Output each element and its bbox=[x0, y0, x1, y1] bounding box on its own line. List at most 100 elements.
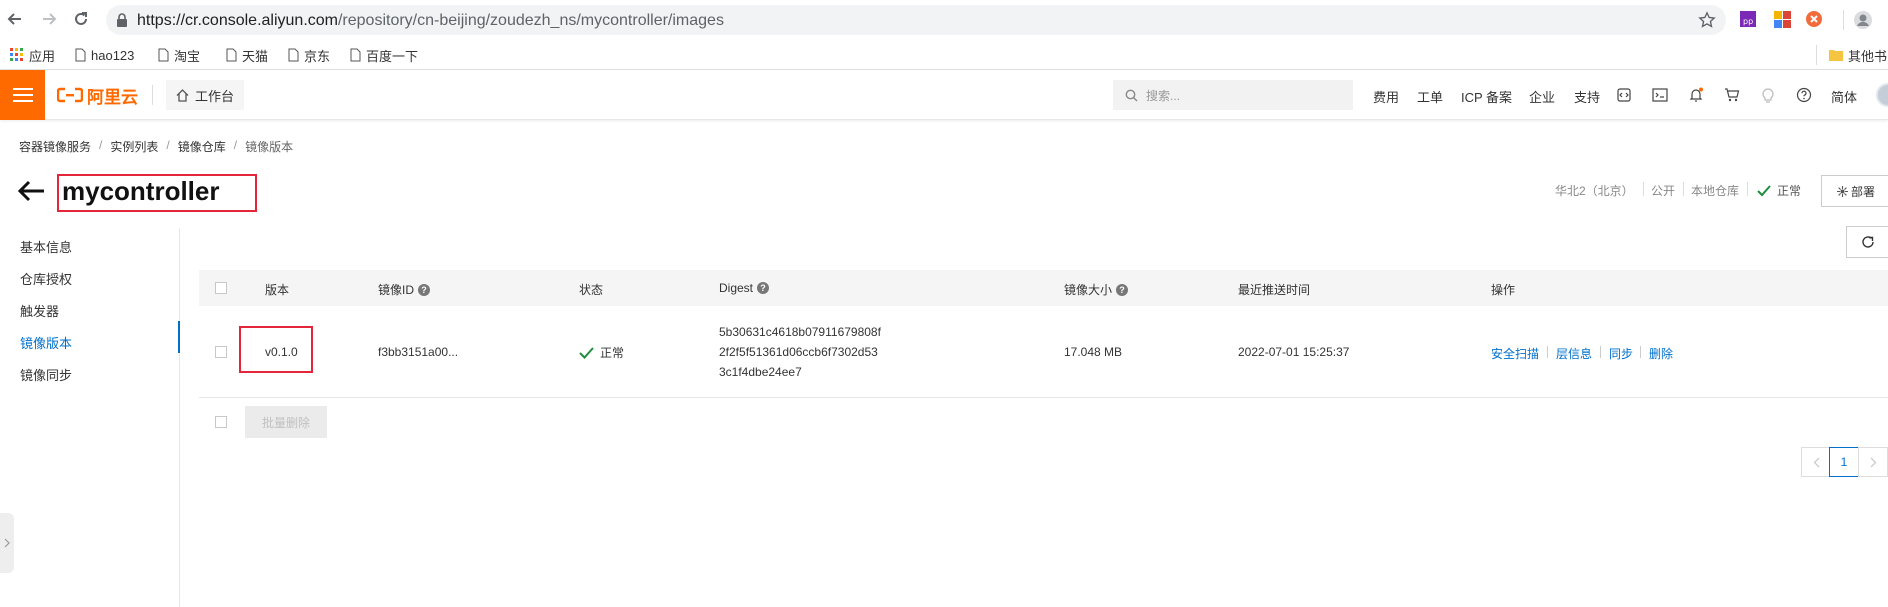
search-icon bbox=[1125, 89, 1138, 101]
console-header: 阿里云 工作台 搜索... 费用 工单 ICP 备案 企业 支持 简体 bbox=[0, 70, 1888, 120]
lightbulb-icon[interactable] bbox=[1759, 86, 1777, 104]
bookmark-label: 天猫 bbox=[242, 48, 269, 64]
avatar[interactable] bbox=[1876, 83, 1888, 107]
aliyun-logo[interactable]: 阿里云 bbox=[57, 84, 138, 107]
column-header-pushed: 最近推送时间 bbox=[1238, 283, 1311, 297]
cell-pushed-time: 2022-07-01 15:25:37 bbox=[1238, 345, 1350, 359]
security-scan-link[interactable]: 安全扫描 bbox=[1491, 345, 1539, 362]
help-icon[interactable]: ? bbox=[757, 282, 770, 294]
help-circle-icon[interactable] bbox=[1795, 86, 1813, 104]
visibility-label: 公开 bbox=[1651, 184, 1676, 198]
page-title: mycontroller bbox=[62, 176, 220, 206]
repo-status: 正常 bbox=[1757, 182, 1801, 199]
refresh-icon bbox=[1862, 236, 1874, 248]
layer-info-link[interactable]: 层信息 bbox=[1556, 345, 1592, 362]
repo-type-label: 本地仓库 bbox=[1691, 184, 1740, 198]
breadcrumb: 容器镜像服务 / 实例列表 / 镜像仓库 / 镜像版本 bbox=[19, 138, 293, 155]
bookmark-apps[interactable]: 应用 bbox=[10, 45, 55, 65]
column-header-size: 镜像大小? bbox=[1064, 281, 1129, 298]
logo-text: 阿里云 bbox=[87, 87, 138, 107]
cell-digest-line: 5b30631c4618b07911679808f bbox=[719, 325, 881, 339]
page-icon bbox=[158, 48, 169, 62]
header-link-enterprise[interactable]: 企业 bbox=[1529, 87, 1555, 106]
bookmark-jd[interactable]: 京东 bbox=[288, 45, 330, 65]
op-divider bbox=[1600, 346, 1601, 358]
select-all-checkbox[interactable] bbox=[215, 282, 227, 294]
status-text: 正常 bbox=[600, 346, 625, 360]
page-icon bbox=[75, 48, 86, 62]
refresh-button[interactable] bbox=[1846, 226, 1888, 258]
op-divider bbox=[1547, 346, 1548, 358]
breadcrumb-item[interactable]: 实例列表 bbox=[110, 138, 158, 155]
bookmark-label: 应用 bbox=[29, 48, 56, 64]
extension-icon[interactable] bbox=[1773, 10, 1793, 30]
bookmark-other[interactable]: 其他书 bbox=[1829, 45, 1887, 65]
menu-item-repo-auth[interactable]: 仓库授权 bbox=[20, 269, 72, 288]
bookmark-tmall[interactable]: 天猫 bbox=[226, 45, 268, 65]
menu-item-image-sync[interactable]: 镜像同步 bbox=[20, 365, 72, 384]
menu-item-image-versions[interactable]: 镜像版本 bbox=[20, 333, 72, 352]
sidebar-collapse-handle[interactable] bbox=[0, 513, 14, 573]
side-menu: 基本信息 仓库授权 触发器 镜像版本 镜像同步 bbox=[0, 228, 180, 607]
address-bar[interactable]: https://cr.console.aliyun.com/repository… bbox=[106, 5, 1726, 35]
batch-delete-button[interactable]: 批量删除 bbox=[245, 406, 327, 438]
repo-status-text: 正常 bbox=[1777, 184, 1802, 198]
check-icon bbox=[1757, 184, 1771, 196]
header-link-ticket[interactable]: 工单 bbox=[1417, 87, 1443, 106]
breadcrumb-item[interactable]: 容器镜像服务 bbox=[19, 138, 91, 155]
bookmark-taobao[interactable]: 淘宝 bbox=[158, 45, 200, 65]
terminal-icon[interactable] bbox=[1651, 86, 1669, 104]
column-header-image-id: 镜像ID? bbox=[378, 281, 431, 298]
menu-item-basic-info[interactable]: 基本信息 bbox=[20, 237, 72, 256]
bookmark-label: 其他书 bbox=[1848, 48, 1888, 64]
cart-icon[interactable] bbox=[1723, 86, 1741, 104]
breadcrumb-item[interactable]: 镜像仓库 bbox=[178, 138, 226, 155]
back-arrow-icon[interactable] bbox=[17, 180, 46, 207]
workbench-button[interactable]: 工作台 bbox=[166, 80, 245, 110]
header-link-icp[interactable]: ICP 备案 bbox=[1461, 87, 1512, 106]
toolbar-divider bbox=[1843, 10, 1844, 30]
aliyun-logo-icon bbox=[57, 87, 83, 103]
bookmark-baidu[interactable]: 百度一下 bbox=[350, 45, 418, 65]
url-text: https://cr.console.aliyun.com/repository… bbox=[137, 12, 724, 29]
pager-prev-button[interactable] bbox=[1801, 447, 1831, 477]
header-link-support[interactable]: 支持 bbox=[1574, 87, 1600, 106]
table-header: 版本 镜像ID? 状态 Digest? 镜像大小? 最近推送时间 操作 bbox=[199, 270, 1888, 306]
bell-icon[interactable] bbox=[1687, 86, 1705, 104]
deploy-button[interactable]: 部署 bbox=[1821, 175, 1888, 207]
back-icon[interactable] bbox=[4, 8, 26, 30]
bookmark-star-icon[interactable] bbox=[1698, 11, 1716, 34]
folder-icon bbox=[1829, 50, 1843, 61]
batch-select-checkbox[interactable] bbox=[215, 416, 227, 428]
workbench-label: 工作台 bbox=[195, 88, 235, 104]
row-checkbox[interactable] bbox=[215, 346, 227, 358]
meta-divider bbox=[1643, 182, 1644, 196]
extension-icon[interactable]: pp bbox=[1739, 10, 1759, 30]
deploy-icon bbox=[1836, 185, 1848, 197]
bookmark-label: hao123 bbox=[91, 47, 135, 63]
reload-icon[interactable] bbox=[70, 8, 92, 30]
svg-text:pp: pp bbox=[1743, 17, 1753, 26]
extension-icon[interactable] bbox=[1805, 10, 1825, 30]
sync-link[interactable]: 同步 bbox=[1609, 345, 1633, 362]
search-input[interactable]: 搜索... bbox=[1113, 80, 1353, 110]
menu-item-trigger[interactable]: 触发器 bbox=[20, 301, 59, 320]
help-icon[interactable]: ? bbox=[418, 283, 431, 296]
cell-digest-line: 3c1f4dbe24ee7 bbox=[719, 365, 802, 379]
pager-page-button[interactable]: 1 bbox=[1829, 447, 1859, 477]
code-icon[interactable] bbox=[1615, 86, 1633, 104]
chevron-right-icon bbox=[1870, 457, 1876, 467]
page-icon bbox=[288, 48, 299, 62]
help-icon[interactable]: ? bbox=[1116, 283, 1129, 296]
forward-icon[interactable] bbox=[38, 8, 60, 30]
menu-hamburger-icon[interactable] bbox=[0, 70, 45, 120]
column-header-ops: 操作 bbox=[1491, 283, 1516, 297]
delete-link[interactable]: 删除 bbox=[1649, 345, 1673, 362]
profile-icon[interactable] bbox=[1853, 10, 1873, 30]
bookmark-hao123[interactable]: hao123 bbox=[75, 45, 134, 65]
header-link-billing[interactable]: 费用 bbox=[1373, 87, 1399, 106]
pager-next-button[interactable] bbox=[1858, 447, 1888, 477]
language-switch[interactable]: 简体 bbox=[1831, 87, 1857, 106]
lock-icon bbox=[116, 13, 128, 32]
bookmark-label: 百度一下 bbox=[366, 48, 419, 64]
